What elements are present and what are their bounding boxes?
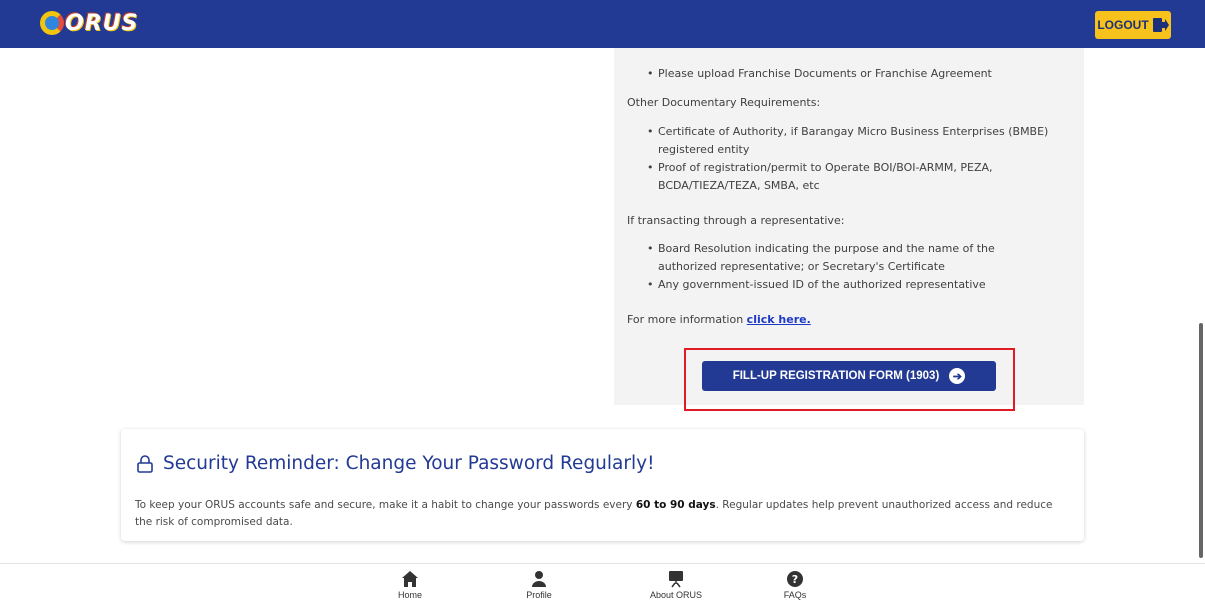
security-reminder-card: Security Reminder: Change Your Password …: [121, 429, 1084, 541]
other-requirements-heading: Other Documentary Requirements:: [627, 96, 821, 109]
nav-faqs-label: FAQs: [783, 590, 807, 600]
nav-profile[interactable]: Profile: [494, 570, 584, 600]
list-item: Please upload Franchise Documents or Fra…: [647, 65, 1057, 83]
security-text-part: To keep your ORUS accounts safe and secu…: [135, 499, 636, 511]
representative-heading: If transacting through a representative:: [627, 214, 845, 227]
scrollbar-thumb[interactable]: [1199, 323, 1203, 558]
representative-list: Board Resolution indicating the purpose …: [647, 240, 1057, 294]
top-bar: ORUS LOGOUT: [0, 0, 1205, 48]
list-item: Certificate of Authority, if Barangay Mi…: [647, 123, 1057, 159]
nav-home-label: Home: [397, 590, 422, 600]
home-icon: [402, 571, 418, 587]
bottom-nav: Home Profile About ORUS ? FAQs: [0, 563, 1205, 603]
nav-profile-label: Profile: [526, 590, 552, 600]
fill-up-registration-form-button[interactable]: FILL-UP REGISTRATION FORM (1903) ➔: [702, 361, 996, 391]
security-text-bold: 60 to 90 days: [635, 499, 716, 511]
svg-text:?: ?: [792, 573, 798, 586]
orus-logo[interactable]: ORUS: [40, 8, 138, 38]
lock-icon: [137, 454, 153, 473]
click-here-link[interactable]: click here.: [747, 313, 811, 326]
arrow-right-circle-icon: ➔: [949, 368, 966, 384]
list-item: Any government-issued ID of the authoriz…: [647, 276, 1057, 294]
logo-text: ORUS: [65, 10, 139, 36]
nav-home[interactable]: Home: [365, 570, 455, 600]
logout-label: LOGOUT: [1097, 18, 1149, 32]
more-info-prefix: For more information: [627, 313, 747, 326]
nav-faqs[interactable]: ? FAQs: [750, 570, 840, 600]
security-text: To keep your ORUS accounts safe and secu…: [135, 497, 1055, 531]
logout-icon: [1152, 18, 1169, 32]
franchise-list: Please upload Franchise Documents or Fra…: [647, 65, 1057, 83]
other-requirements-list: Certificate of Authority, if Barangay Mi…: [647, 123, 1057, 195]
nav-about-label: About ORUS: [649, 590, 703, 600]
security-title-row: Security Reminder: Change Your Password …: [137, 453, 655, 474]
list-item: Proof of registration/permit to Operate …: [647, 159, 1057, 195]
presentation-board-icon: [669, 571, 683, 588]
logo-ring-icon: [40, 11, 64, 35]
question-circle-icon: ?: [787, 571, 803, 587]
nav-about[interactable]: About ORUS: [631, 570, 721, 600]
security-title: Security Reminder: Change Your Password …: [163, 453, 655, 474]
fill-up-button-label: FILL-UP REGISTRATION FORM (1903): [732, 370, 940, 382]
logout-button[interactable]: LOGOUT: [1095, 11, 1171, 39]
list-item: Board Resolution indicating the purpose …: [647, 240, 1057, 276]
user-icon: [532, 571, 546, 587]
more-info-text: For more information click here.: [627, 313, 811, 326]
